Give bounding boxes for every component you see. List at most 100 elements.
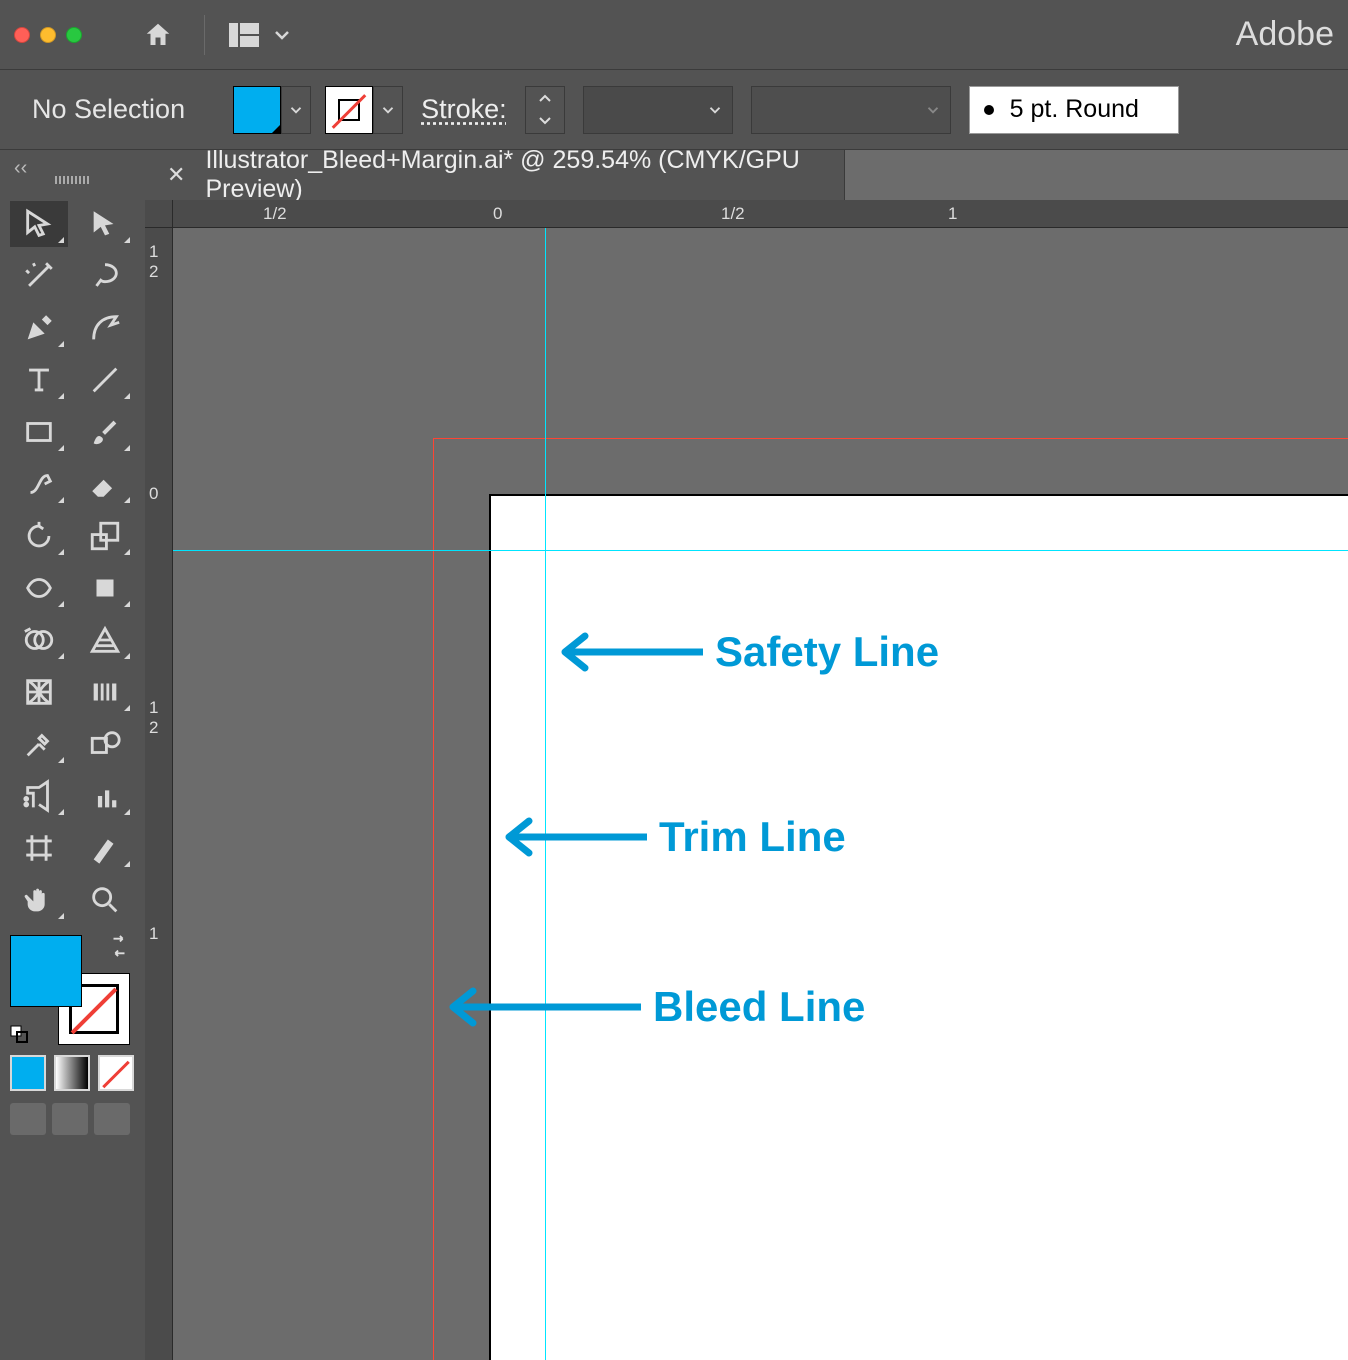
home-icon — [143, 20, 173, 50]
panel-grip[interactable] — [55, 176, 89, 184]
home-button[interactable] — [136, 13, 180, 57]
slice-tool[interactable] — [76, 825, 134, 871]
maximize-window-button[interactable] — [66, 27, 82, 43]
free-transform-tool[interactable] — [76, 565, 134, 611]
fill-swatch-group — [233, 86, 403, 134]
magic-wand-tool[interactable] — [10, 253, 68, 299]
title-bar: Adobe — [0, 0, 1348, 70]
pen-tool[interactable] — [10, 305, 68, 351]
shape-builder-tool[interactable] — [10, 617, 68, 663]
document-tab[interactable]: ✕ Illustrator_Bleed+Margin.ai* @ 259.54%… — [145, 150, 845, 200]
trim-line-annotation: Trim Line — [497, 813, 846, 861]
lasso-tool[interactable] — [76, 253, 134, 299]
horizontal-ruler[interactable]: 1/2 0 1/2 1 — [173, 200, 1348, 228]
tools-panel — [0, 195, 145, 1360]
divider — [204, 15, 205, 55]
chevron-up-icon — [538, 93, 552, 103]
line-segment-tool[interactable] — [76, 357, 134, 403]
ruler-v-tick: 1 — [149, 924, 158, 944]
ruler-origin[interactable] — [145, 200, 173, 228]
vertical-ruler[interactable]: 12 0 12 1 — [145, 228, 173, 1360]
fill-color-dropdown[interactable] — [281, 86, 311, 134]
rotate-tool[interactable] — [10, 513, 68, 559]
chevron-down-icon — [924, 101, 942, 119]
width-tool[interactable] — [10, 565, 68, 611]
close-window-button[interactable] — [14, 27, 30, 43]
workspace-icon — [229, 23, 259, 47]
minimize-window-button[interactable] — [40, 27, 56, 43]
panel-collapse-button[interactable]: ‹‹ — [14, 157, 27, 180]
draw-inside-button[interactable] — [94, 1103, 130, 1135]
color-mode-buttons — [0, 1051, 145, 1095]
paintbrush-tool[interactable] — [76, 409, 134, 455]
draw-behind-button[interactable] — [52, 1103, 88, 1135]
default-fill-stroke-icon[interactable] — [10, 1025, 30, 1045]
brush-definition-field[interactable]: 5 pt. Round — [969, 86, 1179, 134]
type-tool[interactable] — [10, 357, 68, 403]
control-bar: No Selection Stroke: 5 pt. Round — [0, 70, 1348, 150]
ruler-v-tick: 12 — [149, 242, 158, 282]
column-graph-tool[interactable] — [76, 773, 134, 819]
none-mode-button[interactable] — [98, 1055, 134, 1091]
close-tab-button[interactable]: ✕ — [167, 162, 185, 188]
app-title: Adobe — [1236, 15, 1334, 54]
symbol-sprayer-tool[interactable] — [10, 773, 68, 819]
blend-tool[interactable] — [76, 721, 134, 767]
safety-guide-vertical — [545, 228, 546, 1360]
fill-stroke-picker[interactable] — [10, 935, 130, 1045]
annotation-label: Bleed Line — [653, 983, 865, 1031]
draw-normal-button[interactable] — [10, 1103, 46, 1135]
canvas[interactable]: Safety Line Trim Line Bleed Line — [173, 228, 1348, 1360]
perspective-grid-tool[interactable] — [76, 617, 134, 663]
eraser-tool[interactable] — [76, 461, 134, 507]
gradient-mode-button[interactable] — [54, 1055, 90, 1091]
rectangle-tool[interactable] — [10, 409, 68, 455]
chevron-down-icon — [287, 101, 305, 119]
ruler-v-tick: 0 — [149, 484, 158, 504]
step-up-button[interactable] — [526, 87, 564, 110]
arrow-left-icon — [553, 632, 703, 672]
curvature-tool[interactable] — [76, 305, 134, 351]
fill-color-swatch[interactable] — [233, 86, 281, 134]
chevron-down-icon — [538, 116, 552, 126]
ruler-h-tick: 1 — [948, 204, 957, 224]
mesh-tool[interactable] — [10, 669, 68, 715]
color-mode-button[interactable] — [10, 1055, 46, 1091]
hand-tool[interactable] — [10, 877, 68, 923]
bleed-line-annotation: Bleed Line — [441, 983, 865, 1031]
swap-fill-stroke-icon[interactable] — [108, 935, 130, 957]
artboard-tool[interactable] — [10, 825, 68, 871]
safety-guide-horizontal — [173, 550, 1348, 551]
direct-selection-tool[interactable] — [76, 201, 134, 247]
annotation-label: Trim Line — [659, 813, 846, 861]
eyedropper-tool[interactable] — [10, 721, 68, 767]
document-tab-label: Illustrator_Bleed+Margin.ai* @ 259.54% (… — [205, 146, 822, 204]
gradient-tool[interactable] — [76, 669, 134, 715]
brush-preview-icon — [984, 105, 994, 115]
step-down-button[interactable] — [526, 110, 564, 133]
safety-line-annotation: Safety Line — [553, 628, 939, 676]
chevron-down-icon — [379, 101, 397, 119]
ruler-h-tick: 1/2 — [721, 204, 745, 224]
arrow-left-icon — [441, 987, 641, 1027]
zoom-tool[interactable] — [76, 877, 134, 923]
document-area: ✕ Illustrator_Bleed+Margin.ai* @ 259.54%… — [145, 150, 1348, 1360]
stroke-color-dropdown[interactable] — [373, 86, 403, 134]
selection-tool[interactable] — [10, 201, 68, 247]
stroke-label[interactable]: Stroke: — [421, 94, 507, 125]
chevron-down-icon — [267, 23, 297, 47]
variable-width-profile-field[interactable] — [751, 86, 951, 134]
fill-color-box[interactable] — [10, 935, 82, 1007]
screen-mode-buttons — [0, 1095, 145, 1143]
workspace-switcher[interactable] — [229, 23, 297, 47]
scale-tool[interactable] — [76, 513, 134, 559]
selection-status: No Selection — [32, 94, 185, 125]
shaper-tool[interactable] — [10, 461, 68, 507]
stroke-weight-field[interactable] — [583, 86, 733, 134]
window-controls — [14, 27, 82, 43]
stroke-color-swatch[interactable] — [325, 86, 373, 134]
artboard — [489, 494, 1348, 1360]
stroke-weight-stepper[interactable] — [525, 86, 565, 134]
ruler-h-tick: 0 — [493, 204, 502, 224]
chevron-down-icon — [706, 101, 724, 119]
